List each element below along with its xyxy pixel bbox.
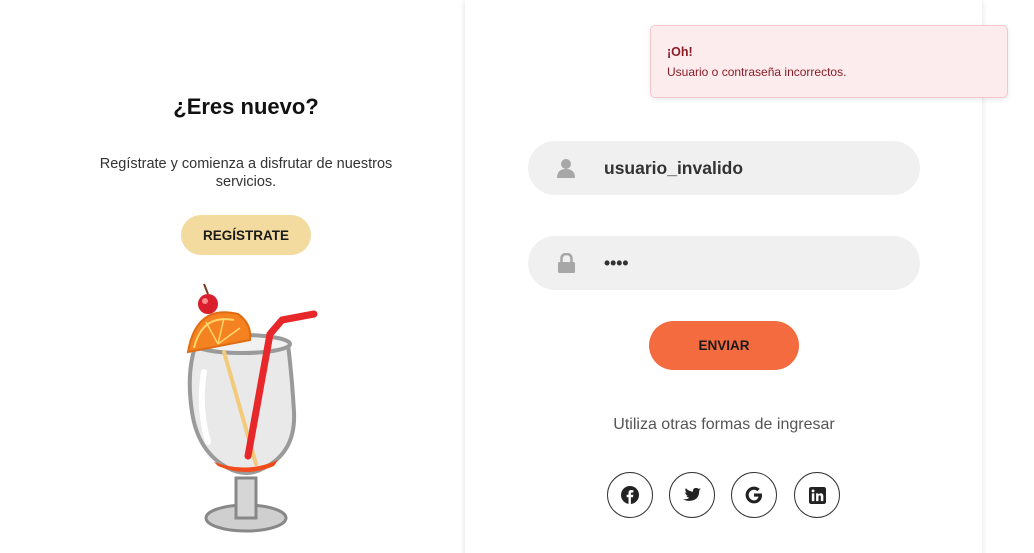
username-field[interactable] [528,141,920,195]
signup-panel: ¿Eres nuevo? Regístrate y comienza a dis… [0,0,465,553]
username-input[interactable] [604,157,894,179]
facebook-icon [621,486,639,504]
cherry [198,294,218,314]
page: ¿Eres nuevo? Regístrate y comienza a dis… [0,0,1034,553]
google-button[interactable] [731,472,777,518]
twitter-icon [683,487,701,501]
signup-title: ¿Eres nuevo? [173,94,319,119]
user-icon [528,158,604,178]
toast-title: ¡Oh! [667,45,693,59]
linkedin-button[interactable] [794,472,840,518]
password-input[interactable] [604,252,894,274]
send-button[interactable]: ENVIAR [649,321,799,370]
glass-stem [234,476,258,520]
google-icon [745,486,763,504]
toast-message: Usuario o contraseña incorrectos. [667,65,847,79]
alt-login-text: Utiliza otras formas de ingresar [613,416,835,433]
cocktail-illustration [186,283,318,533]
facebook-button[interactable] [607,472,653,518]
linkedin-icon [808,486,826,504]
register-button[interactable]: REGÍSTRATE [181,215,311,255]
password-field[interactable] [528,236,920,290]
lock-icon [528,253,604,273]
twitter-button[interactable] [669,472,715,518]
signup-description: Regístrate y comienza a disfrutar de nue… [99,156,393,190]
error-toast: ¡Oh! Usuario o contraseña incorrectos. [650,25,1008,98]
